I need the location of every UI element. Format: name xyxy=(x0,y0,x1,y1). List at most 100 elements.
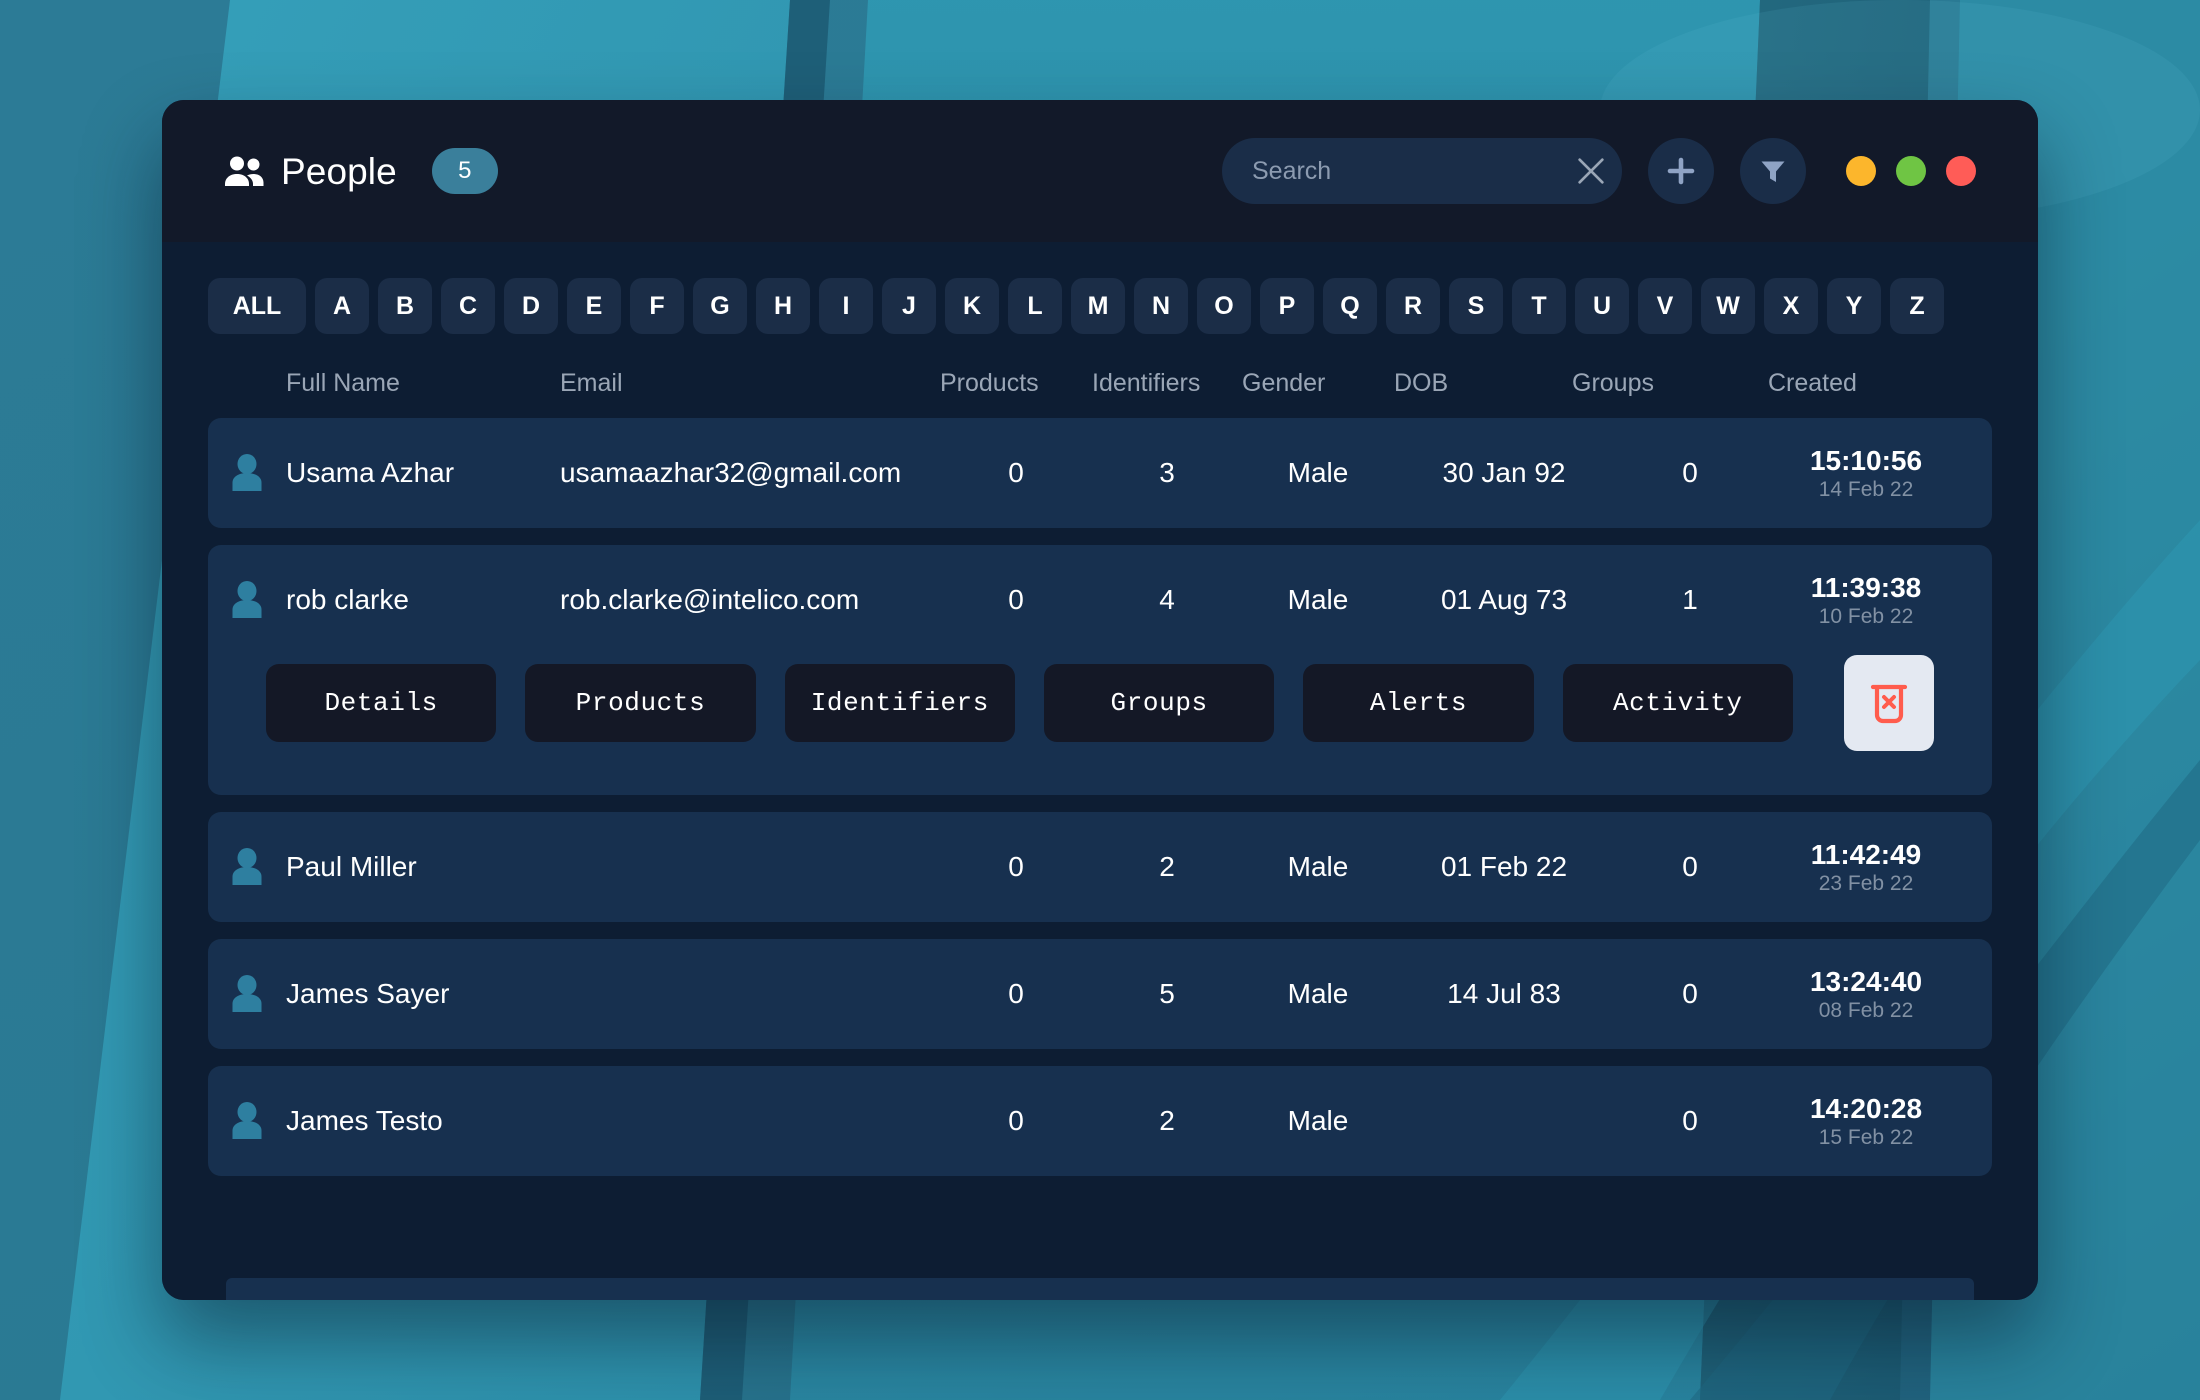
alpha-filter-u[interactable]: U xyxy=(1575,278,1629,334)
row-action-bar: Details Products Identifiers Groups Alerts Ac… xyxy=(208,655,1992,795)
cell-created: 11:39:38 10 Feb 22 xyxy=(1766,571,1966,628)
alpha-filter-c[interactable]: C xyxy=(441,278,495,334)
list-footer-strip xyxy=(226,1278,1974,1300)
cell-products: 0 xyxy=(1008,1105,1024,1136)
alpha-filter-h[interactable]: H xyxy=(756,278,810,334)
alpha-filter-p[interactable]: P xyxy=(1260,278,1314,334)
page-title: People xyxy=(281,150,397,192)
cell-full-name: James Sayer xyxy=(286,978,450,1009)
header-actions xyxy=(1222,138,1976,204)
alpha-filter-a[interactable]: A xyxy=(315,278,369,334)
cell-created: 11:42:49 23 Feb 22 xyxy=(1766,838,1966,895)
cell-identifiers: 2 xyxy=(1159,1105,1175,1136)
table-row[interactable]: James Testo 0 2 Male 0 14:20:28 15 Feb 22 xyxy=(208,1066,1992,1176)
cell-products: 0 xyxy=(1008,851,1024,882)
alpha-filter-j[interactable]: J xyxy=(882,278,936,334)
maximize-dot[interactable] xyxy=(1896,156,1926,186)
delete-person-button[interactable] xyxy=(1843,655,1934,751)
table-row[interactable]: James Sayer 0 5 Male 14 Jul 83 0 13:24:40 08 Fe… xyxy=(208,939,1992,1049)
add-person-button[interactable] xyxy=(1648,138,1714,204)
alpha-filter-e[interactable]: E xyxy=(567,278,621,334)
row-action-products[interactable]: Products xyxy=(525,664,756,742)
alpha-filter-r[interactable]: R xyxy=(1386,278,1440,334)
minimize-dot[interactable] xyxy=(1846,156,1876,186)
table-row[interactable]: Paul Miller 0 2 Male 01 Feb 22 0 11:42:49 23 Fe… xyxy=(208,812,1992,922)
alpha-filter-z[interactable]: Z xyxy=(1890,278,1944,334)
alpha-filter-t[interactable]: T xyxy=(1512,278,1566,334)
person-summary[interactable]: rob clarke rob.clarke@intelico.com 0 4 Male 0… xyxy=(208,545,1992,655)
person-avatar-icon xyxy=(232,1102,262,1139)
cell-created: 13:24:40 08 Feb 22 xyxy=(1766,967,1966,1022)
cell-full-name: Usama Azhar xyxy=(286,457,455,488)
created-date: 23 Feb 22 xyxy=(1818,871,1914,895)
alpha-filter-n[interactable]: N xyxy=(1134,278,1188,334)
alpha-filter-k[interactable]: K xyxy=(945,278,999,334)
cell-gender: Male xyxy=(1287,457,1349,488)
person-summary[interactable]: Paul Miller 0 2 Male 01 Feb 22 0 11:42:49 23 Fe… xyxy=(208,812,1992,922)
row-action-details[interactable]: Details xyxy=(266,664,497,742)
filter-button[interactable] xyxy=(1740,138,1806,204)
person-avatar-icon xyxy=(232,454,262,491)
person-summary[interactable]: James Sayer 0 5 Male 14 Jul 83 0 13:24:40 08 Fe… xyxy=(208,939,1992,1049)
person-summary[interactable]: Usama Azhar usamaazhar32@gmail.com 0 3 Male 3… xyxy=(208,418,1992,528)
row-action-groups[interactable]: Groups xyxy=(1043,664,1275,742)
avatar xyxy=(230,975,286,1013)
alpha-filter-y[interactable]: Y xyxy=(1827,278,1881,334)
created-date: 08 Feb 22 xyxy=(1818,998,1914,1022)
avatar xyxy=(230,454,286,492)
alpha-filter-b[interactable]: B xyxy=(378,278,432,334)
alpha-filter-all[interactable]: ALL xyxy=(208,278,306,334)
created-time: 11:39:38 xyxy=(1810,571,1922,603)
alpha-filter-v[interactable]: V xyxy=(1638,278,1692,334)
alpha-filter-l[interactable]: L xyxy=(1008,278,1062,334)
person-summary[interactable]: James Testo 0 2 Male 0 14:20:28 15 Feb 22 xyxy=(208,1066,1992,1176)
alpha-filter-g[interactable]: G xyxy=(693,278,747,334)
app-window: People 5 Search ALL A B C D E F G H I J … xyxy=(162,100,2038,1300)
cell-full-name: Paul Miller xyxy=(286,851,417,882)
cell-created: 14:20:28 15 Feb 22 xyxy=(1766,1094,1966,1149)
brand: People 5 xyxy=(224,148,498,194)
alpha-filter-x[interactable]: X xyxy=(1764,278,1818,334)
cell-identifiers: 4 xyxy=(1159,584,1175,615)
avatar xyxy=(230,1102,286,1140)
alpha-filter-m[interactable]: M xyxy=(1071,278,1125,334)
cell-groups: 0 xyxy=(1682,851,1698,882)
search-input[interactable] xyxy=(1252,156,1574,186)
created-time: 11:42:49 xyxy=(1810,838,1922,870)
alpha-filter-s[interactable]: S xyxy=(1449,278,1503,334)
column-header-dob: DOB xyxy=(1394,368,1449,397)
close-dot[interactable] xyxy=(1946,156,1976,186)
cell-identifiers: 3 xyxy=(1159,457,1175,488)
cell-identifiers: 2 xyxy=(1159,851,1175,882)
cell-gender: Male xyxy=(1287,978,1349,1009)
search-bar[interactable] xyxy=(1222,138,1622,204)
column-header-created: Created xyxy=(1768,368,1857,397)
row-action-activity[interactable]: Activity xyxy=(1562,664,1793,742)
table-row[interactable]: Usama Azhar usamaazhar32@gmail.com 0 3 Male 3… xyxy=(208,418,1992,528)
alpha-filter-q[interactable]: Q xyxy=(1323,278,1377,334)
column-header-gender: Gender xyxy=(1242,368,1326,397)
table-row[interactable]: rob clarke rob.clarke@intelico.com 0 4 Male 0… xyxy=(208,545,1992,795)
alpha-filter-w[interactable]: W xyxy=(1701,278,1755,334)
alpha-filter-i[interactable]: I xyxy=(819,278,873,334)
close-x-icon[interactable] xyxy=(1574,154,1608,188)
people-list: Usama Azhar usamaazhar32@gmail.com 0 3 Male 3… xyxy=(208,418,1992,1264)
cell-gender: Male xyxy=(1287,584,1349,615)
alpha-filter-f[interactable]: F xyxy=(630,278,684,334)
traffic-lights xyxy=(1846,156,1976,186)
column-header-email: Email xyxy=(560,368,623,397)
alpha-filter-d[interactable]: D xyxy=(504,278,558,334)
cell-groups: 0 xyxy=(1682,1105,1698,1136)
cell-email: usamaazhar32@gmail.com xyxy=(560,457,902,488)
window-titlebar: People 5 xyxy=(162,100,2038,242)
created-date: 15 Feb 22 xyxy=(1818,1125,1914,1149)
column-header-identifiers: Identifiers xyxy=(1092,368,1201,397)
alpha-filter-o[interactable]: O xyxy=(1197,278,1251,334)
created-date: 10 Feb 22 xyxy=(1818,604,1914,628)
avatar xyxy=(230,581,286,619)
person-avatar-icon xyxy=(232,975,262,1012)
cell-products: 0 xyxy=(1008,978,1024,1009)
row-action-identifiers[interactable]: Identifiers xyxy=(784,664,1015,742)
people-icon xyxy=(225,156,264,186)
row-action-alerts[interactable]: Alerts xyxy=(1303,664,1534,742)
